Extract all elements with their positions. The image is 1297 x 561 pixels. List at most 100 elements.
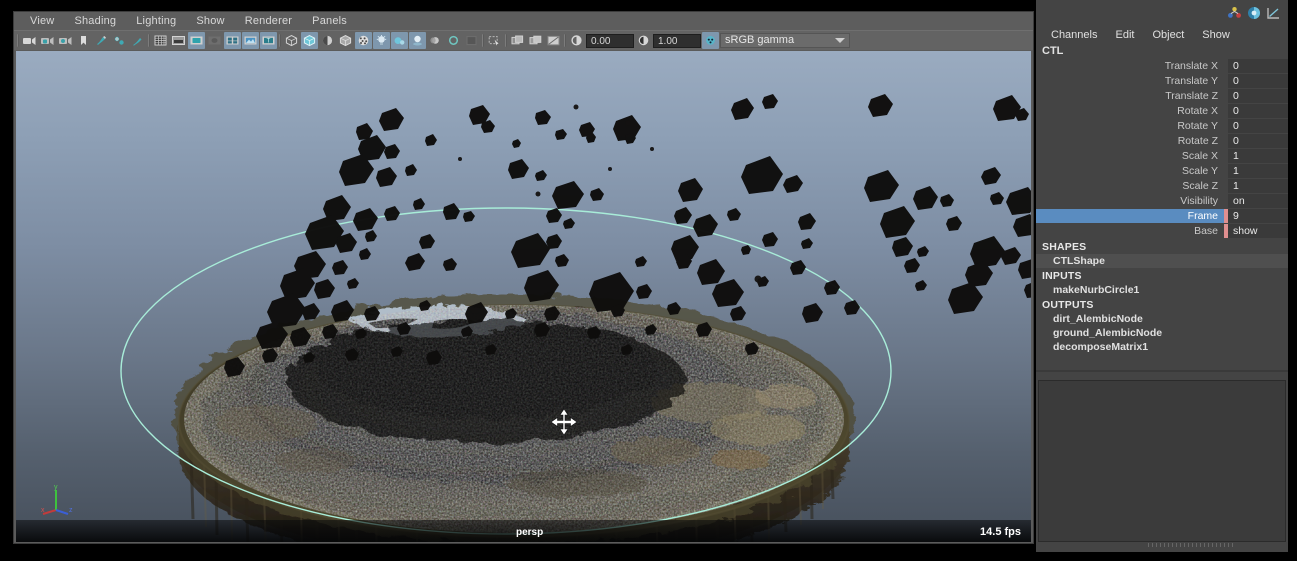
panel-resize-grip[interactable] <box>1148 543 1234 547</box>
tear-off-panel-icon[interactable] <box>545 32 562 49</box>
title-safe-icon[interactable]: T <box>260 32 277 49</box>
camera-lock-icon[interactable] <box>39 32 56 49</box>
channel-row[interactable]: Scale Y 1 <box>1036 164 1288 178</box>
menu-show[interactable]: Show <box>186 14 234 28</box>
exposure-icon[interactable] <box>568 32 585 49</box>
bookmark-icon[interactable] <box>75 32 92 49</box>
wireframe-icon[interactable] <box>283 32 300 49</box>
channel-value-field[interactable]: show <box>1228 224 1288 238</box>
paint-brush-icon[interactable] <box>129 32 146 49</box>
channel-value-field[interactable]: 0 <box>1228 104 1288 118</box>
grid-icon[interactable] <box>152 32 169 49</box>
channel-box-menubar: Channels Edit Object Show <box>1036 26 1288 43</box>
channel-row[interactable]: Frame 9 <box>1036 209 1288 223</box>
channel-label[interactable]: Visibility <box>1036 194 1224 208</box>
channel-label[interactable]: Scale Z <box>1036 179 1224 193</box>
isolate-select-icon[interactable] <box>486 32 503 49</box>
color-management-icon[interactable] <box>702 32 719 49</box>
flat-shade-icon[interactable] <box>337 32 354 49</box>
channel-value-field[interactable]: 0 <box>1228 89 1288 103</box>
channel-value-field[interactable]: 1 <box>1228 164 1288 178</box>
menu-channels[interactable]: Channels <box>1042 29 1106 41</box>
channel-value-field[interactable]: 0 <box>1228 59 1288 73</box>
channel-label[interactable]: Translate X <box>1036 59 1224 73</box>
node-item[interactable]: CTLShape <box>1036 254 1288 268</box>
channel-label[interactable]: Translate Z <box>1036 89 1224 103</box>
move-cursor <box>550 408 578 436</box>
channel-label[interactable]: Rotate X <box>1036 104 1224 118</box>
channel-label[interactable]: Base <box>1036 224 1224 238</box>
channel-box-layer-editor-icon[interactable] <box>1246 6 1262 25</box>
channel-row[interactable]: Translate X 0 <box>1036 59 1288 73</box>
menu-renderer[interactable]: Renderer <box>235 14 302 28</box>
axis-label-y: y <box>54 484 58 491</box>
paint-scripts-icon[interactable] <box>111 32 128 49</box>
channel-label[interactable]: Rotate Z <box>1036 134 1224 148</box>
menu-shading[interactable]: Shading <box>64 14 126 28</box>
graph-editor-icon[interactable] <box>1266 6 1281 25</box>
menu-edit[interactable]: Edit <box>1106 29 1143 41</box>
channel-value-field[interactable]: 9 <box>1228 209 1288 223</box>
exposure-value-field[interactable]: 0.00 <box>586 33 634 48</box>
channel-label[interactable]: Translate Y <box>1036 74 1224 88</box>
menu-panels[interactable]: Panels <box>302 14 357 28</box>
channel-row[interactable]: Translate Z 0 <box>1036 89 1288 103</box>
channel-row[interactable]: Rotate Z 0 <box>1036 134 1288 148</box>
gamma-value-field[interactable]: 1.00 <box>653 33 701 48</box>
chevron-down-icon <box>835 38 845 43</box>
gamma-icon[interactable] <box>635 32 652 49</box>
channel-value-field[interactable]: 1 <box>1228 179 1288 193</box>
node-item[interactable]: decomposeMatrix1 <box>1036 340 1288 354</box>
smooth-shade-all-icon[interactable] <box>301 32 318 49</box>
color-space-dropdown[interactable]: sRGB gamma <box>720 33 850 48</box>
paint-effects-icon[interactable] <box>93 32 110 49</box>
node-sections-list: SHAPES CTLShape INPUTS makeNurbCircle1 OUTPU… <box>1036 239 1288 354</box>
use-default-lights-icon[interactable] <box>373 32 390 49</box>
gate-mask-icon[interactable] <box>206 32 223 49</box>
channel-row[interactable]: Rotate X 0 <box>1036 104 1288 118</box>
node-item[interactable]: dirt_AlembicNode <box>1036 312 1288 326</box>
menu-object[interactable]: Object <box>1143 29 1193 41</box>
channel-row[interactable]: Rotate Y 0 <box>1036 119 1288 133</box>
channel-value-field[interactable]: 0 <box>1228 119 1288 133</box>
channel-label[interactable]: Scale X <box>1036 149 1224 163</box>
channel-value-field[interactable]: 0 <box>1228 74 1288 88</box>
node-item[interactable]: ground_AlembicNode <box>1036 326 1288 340</box>
occlusion-icon[interactable] <box>445 32 462 49</box>
channel-value-field[interactable]: on <box>1228 194 1288 208</box>
smooth-shade-selected-icon[interactable] <box>319 32 336 49</box>
camera-attributes-icon[interactable] <box>57 32 74 49</box>
svg-text:T: T <box>267 39 271 45</box>
channel-row[interactable]: Base show <box>1036 224 1288 238</box>
channel-value-field[interactable]: 0 <box>1228 134 1288 148</box>
channel-label[interactable]: Rotate Y <box>1036 119 1224 133</box>
menu-view[interactable]: View <box>20 14 64 28</box>
film-gate-icon[interactable] <box>170 32 187 49</box>
menu-show[interactable]: Show <box>1193 29 1239 41</box>
viewport-texture-icon[interactable] <box>463 32 480 49</box>
channel-label[interactable]: Frame <box>1036 209 1224 223</box>
use-all-lights-icon[interactable] <box>391 32 408 49</box>
channel-value-field[interactable]: 1 <box>1228 149 1288 163</box>
layer-editor-empty-panel[interactable] <box>1038 380 1286 542</box>
wireframe-on-shaded-icon[interactable] <box>355 32 372 49</box>
single-panel-icon[interactable] <box>509 32 526 49</box>
shadows-icon[interactable] <box>409 32 426 49</box>
channel-row[interactable]: Translate Y 0 <box>1036 74 1288 88</box>
film-origin-icon[interactable] <box>224 32 241 49</box>
channel-row[interactable]: Scale Z 1 <box>1036 179 1288 193</box>
3d-viewport[interactable]: x y z persp 14.5 fps <box>16 51 1031 542</box>
node-item[interactable]: makeNurbCircle1 <box>1036 283 1288 297</box>
axis-label-x: x <box>41 507 45 514</box>
motion-blur-icon[interactable] <box>427 32 444 49</box>
character-sets-icon[interactable] <box>1227 6 1242 25</box>
menu-lighting[interactable]: Lighting <box>126 14 186 28</box>
section-header: INPUTS <box>1042 270 1082 282</box>
two-panel-icon[interactable] <box>527 32 544 49</box>
channel-label[interactable]: Scale Y <box>1036 164 1224 178</box>
channel-row[interactable]: Visibility on <box>1036 194 1288 208</box>
channel-row[interactable]: Scale X 1 <box>1036 149 1288 163</box>
image-plane-icon[interactable] <box>242 32 259 49</box>
camera-icon[interactable] <box>21 32 38 49</box>
resolution-gate-icon[interactable] <box>188 32 205 49</box>
